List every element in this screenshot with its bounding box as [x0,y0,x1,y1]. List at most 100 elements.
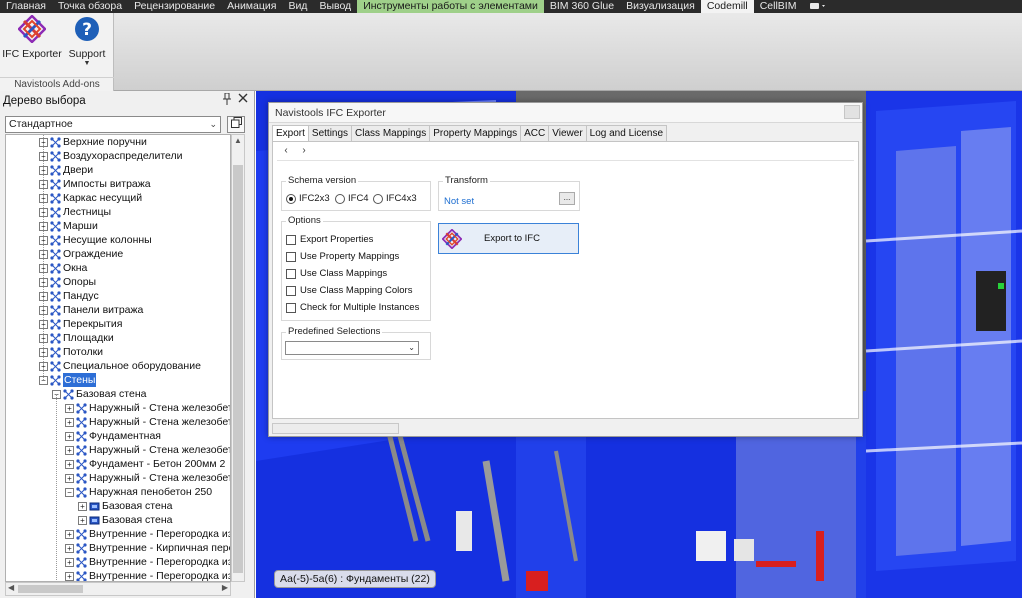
checkbox[interactable] [286,285,296,296]
tab-acc[interactable]: ACC [520,125,550,141]
tree-item[interactable]: + Внутренние - Перегородка из пе [65,569,230,581]
chevron-left-icon[interactable]: ◀ [8,583,14,592]
expand-icon[interactable]: + [65,473,74,483]
collapse-icon[interactable]: − [65,487,74,497]
tree-item[interactable]: − Наружная пенобетон 250 [65,485,212,499]
tree-item[interactable]: + Наружный - Стена железобетонн [65,401,230,415]
tree-vertical-scrollbar[interactable]: ▲ [231,134,245,582]
tree-item[interactable]: + Импосты витража [39,177,151,191]
close-icon[interactable] [236,93,250,107]
tree-item[interactable]: + Панели витража [39,303,143,317]
checkbox[interactable] [286,268,296,279]
tab-output[interactable]: Вывод [313,0,357,13]
tab-settings[interactable]: Settings [307,125,353,141]
tab-animation[interactable]: Анимация [221,0,282,13]
expand-icon[interactable]: + [78,501,87,511]
radio-ifc4x3[interactable]: IFC4x3 [373,193,417,204]
tree-item[interactable]: + Каркас несущий [39,191,142,205]
tree-item[interactable]: + Базовая стена [78,513,172,527]
expand-icon[interactable]: + [65,403,74,413]
tab-export[interactable]: Export [272,125,309,142]
expand-icon[interactable]: + [65,543,74,553]
tree-item[interactable]: + Марши [39,219,98,233]
tab-property-mappings[interactable]: Property Mappings [429,125,522,141]
tree-mode-select[interactable]: Стандартное ⌄ [5,116,221,133]
ribbon-options-icon[interactable] [802,0,834,13]
checkbox[interactable] [286,234,296,245]
expand-icon[interactable]: + [65,529,74,539]
tab-log-and-license[interactable]: Log and License [585,125,668,141]
tree-item[interactable]: + Площадки [39,331,114,345]
forward-arrow-icon[interactable]: › [295,143,313,159]
tree-item[interactable]: + Лестницы [39,205,111,219]
expand-icon[interactable]: + [65,459,74,469]
tree-item[interactable]: + Наружный - Стена железобетонн [65,415,230,429]
tree-item[interactable]: + Внутренние - Кирпичная перего [65,541,230,555]
scrollbar-thumb[interactable] [233,165,243,573]
use-class-mappings-checkbox[interactable]: Use Class Mappings [286,268,387,279]
expand-icon[interactable]: + [78,515,87,525]
tab-cellbim[interactable]: CellBIM [754,0,803,13]
checkbox[interactable] [286,251,296,262]
tree-item[interactable]: + Несущие колонны [39,233,152,247]
transform-value-link[interactable]: Not set [444,196,474,207]
tab-bim360-glue[interactable]: BIM 360 Glue [544,0,620,13]
radio-button[interactable] [286,193,296,204]
tab-viewpoint[interactable]: Точка обзора [52,0,128,13]
expand-icon[interactable]: + [65,557,74,567]
tree-item[interactable]: + Фундаментная [65,429,161,443]
tab-codemill[interactable]: Codemill [700,0,754,13]
tree-item[interactable]: + Перекрытия [39,317,122,331]
export-properties-checkbox[interactable]: Export Properties [286,234,373,245]
tree-item[interactable]: + Двери [39,163,93,177]
tree-item[interactable]: + Базовая стена [78,499,172,513]
tab-viewer[interactable]: Viewer [548,125,587,141]
use-property-mappings-checkbox[interactable]: Use Property Mappings [286,251,399,262]
tree-item[interactable]: + Воздухораспределители [39,149,183,163]
support-button[interactable]: ? Support ▼ [66,15,108,73]
expand-icon[interactable]: + [65,445,74,455]
use-class-mapping-colors-checkbox[interactable]: Use Class Mapping Colors [286,285,412,296]
radio-ifc4[interactable]: IFC4 [335,193,369,204]
tab-review[interactable]: Рецензирование [128,0,221,13]
dialog-close-button[interactable] [844,105,860,119]
back-arrow-icon[interactable]: ‹ [277,143,295,159]
tree-item[interactable]: + Фундамент - Бетон 200мм 2 [65,457,225,471]
checkbox[interactable] [286,302,296,313]
tab-item-tools[interactable]: Инструменты работы с элементами [357,0,544,13]
export-to-ifc-button[interactable]: Export to IFC [438,223,579,254]
tree-item[interactable]: + Наружный - Стена железобетонн [65,443,230,457]
expand-icon[interactable]: + [65,431,74,441]
tree-item[interactable]: + Внутренние - Перегородка из пе [65,527,230,541]
radio-button[interactable] [335,193,345,204]
predefined-selections-select[interactable]: ⌄ [285,341,419,355]
chevron-up-icon[interactable]: ▲ [234,136,242,145]
tree-item[interactable]: + Ограждение [39,247,123,261]
tab-class-mappings[interactable]: Class Mappings [351,125,431,141]
transform-browse-button[interactable]: ... [559,192,575,205]
tree-options-button[interactable] [227,116,245,133]
tree-horizontal-scrollbar[interactable]: ◀ ▶ [5,582,231,596]
pin-icon[interactable] [220,92,234,107]
tree-item[interactable]: + Верхние поручни [39,135,147,149]
tree-item[interactable]: + Специальное оборудование [39,359,201,373]
tree-item[interactable]: + Внутренние - Перегородка из пе [65,555,230,569]
radio-button[interactable] [373,193,383,204]
tree-item[interactable]: + Опоры [39,275,96,289]
expand-icon[interactable]: + [65,417,74,427]
radio-ifc2x3[interactable]: IFC2x3 [286,193,330,204]
tree-item[interactable]: − Базовая стена [52,387,146,401]
check-multiple-instances-checkbox[interactable]: Check for Multiple Instances [286,302,419,313]
tree-item[interactable]: + Окна [39,261,87,275]
expand-icon[interactable]: + [65,571,74,581]
ifc-exporter-button[interactable]: IFC Exporter [2,14,62,73]
tree-item[interactable]: + Наружный - Стена железобетонн [65,471,230,485]
dialog-title-bar[interactable]: Navistools IFC Exporter [269,103,862,123]
scrollbar-thumb[interactable] [18,585,83,593]
tab-visualization[interactable]: Визуализация [620,0,701,13]
chevron-right-icon[interactable]: ▶ [222,583,228,592]
tab-home[interactable]: Главная [0,0,52,13]
tree-item[interactable]: − Стены [39,373,97,387]
tree-item[interactable]: + Пандус [39,289,99,303]
tree-item[interactable]: + Потолки [39,345,103,359]
